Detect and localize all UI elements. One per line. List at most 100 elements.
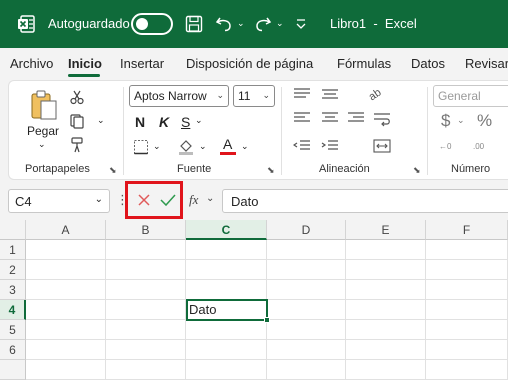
grid-cell[interactable] <box>267 260 346 280</box>
grid-cell[interactable] <box>267 240 346 260</box>
formula-input[interactable]: Dato <box>222 189 508 213</box>
grid-cell[interactable] <box>106 300 186 320</box>
undo-dropdown-icon[interactable]: ⌄ <box>237 18 245 29</box>
font-name-dropdown[interactable]: Aptos Narrow ⌄ <box>129 85 229 107</box>
grid-cell[interactable] <box>267 320 346 340</box>
decrease-indent-icon[interactable] <box>292 139 311 153</box>
grid-cell[interactable] <box>346 360 426 380</box>
grid-cell[interactable] <box>186 360 267 380</box>
grid-cell[interactable] <box>426 300 508 320</box>
underline-dropdown-icon[interactable]: ⌄ <box>195 115 203 126</box>
row-header-3[interactable]: 3 <box>0 280 26 300</box>
spreadsheet-grid[interactable]: A B C D E F 1 2 3 4 5 6 Dato <box>0 220 508 380</box>
format-painter-icon[interactable] <box>69 137 85 153</box>
increase-decimal-icon[interactable]: ←0 <box>439 139 461 153</box>
increase-indent-icon[interactable] <box>321 139 339 153</box>
row-header-7[interactable] <box>0 360 26 380</box>
grid-cell[interactable] <box>267 340 346 360</box>
undo-icon[interactable] <box>214 14 234 34</box>
grid-cell[interactable] <box>26 340 106 360</box>
grid-cell[interactable] <box>426 360 508 380</box>
alignment-launcher-icon[interactable]: ⬊ <box>413 165 421 176</box>
column-header-c[interactable]: C <box>186 220 267 240</box>
grid-cell[interactable] <box>26 280 106 300</box>
row-header-1[interactable]: 1 <box>0 240 26 260</box>
grid-cell[interactable] <box>186 280 267 300</box>
column-header-a[interactable]: A <box>26 220 106 240</box>
column-header-e[interactable]: E <box>346 220 426 240</box>
grid-cell[interactable] <box>26 240 106 260</box>
grid-cell[interactable] <box>186 260 267 280</box>
borders-dropdown-icon[interactable]: ⌄ <box>153 141 161 152</box>
grid-cell[interactable] <box>426 240 508 260</box>
align-middle-icon[interactable] <box>321 87 339 101</box>
save-icon[interactable] <box>184 14 204 34</box>
grid-cell[interactable] <box>267 360 346 380</box>
fill-color-icon[interactable] <box>177 137 195 155</box>
grid-cell[interactable] <box>426 280 508 300</box>
grid-cell[interactable] <box>26 320 106 340</box>
underline-button[interactable]: S <box>181 114 190 130</box>
bold-button[interactable]: N <box>135 114 145 130</box>
autosave-toggle[interactable] <box>131 13 173 35</box>
number-format-dropdown[interactable]: General <box>433 85 508 107</box>
align-top-icon[interactable] <box>293 87 311 101</box>
grid-cell[interactable] <box>426 320 508 340</box>
tab-inicio[interactable]: Inicio <box>68 56 102 71</box>
grid-cell[interactable] <box>106 360 186 380</box>
grid-cell[interactable] <box>26 260 106 280</box>
grid-cell[interactable] <box>267 280 346 300</box>
italic-button[interactable]: K <box>159 114 169 130</box>
grid-cell[interactable] <box>106 320 186 340</box>
cut-icon[interactable] <box>69 89 85 105</box>
paste-dropdown-icon[interactable]: ⌄ <box>38 139 46 150</box>
currency-dropdown-icon[interactable]: ⌄ <box>457 115 465 126</box>
grid-cell[interactable] <box>346 260 426 280</box>
grid-cell[interactable] <box>186 340 267 360</box>
borders-icon[interactable] <box>133 139 149 155</box>
fill-handle[interactable] <box>264 317 270 323</box>
tab-archivo[interactable]: Archivo <box>10 56 53 71</box>
merge-center-icon[interactable] <box>373 139 391 153</box>
paste-icon[interactable] <box>29 89 59 121</box>
grid-cell[interactable] <box>106 240 186 260</box>
active-cell-c4[interactable]: Dato <box>186 299 268 321</box>
tab-insertar[interactable]: Insertar <box>120 56 164 71</box>
grid-cell[interactable] <box>186 320 267 340</box>
grid-cell[interactable] <box>267 300 346 320</box>
paste-label[interactable]: Pegar <box>27 124 59 138</box>
column-header-d[interactable]: D <box>267 220 346 240</box>
grid-cell[interactable] <box>346 300 426 320</box>
copy-icon[interactable] <box>69 113 85 129</box>
percent-icon[interactable]: % <box>477 111 492 131</box>
select-all-corner[interactable] <box>0 220 26 240</box>
grid-cell[interactable] <box>346 280 426 300</box>
grid-cell[interactable] <box>186 240 267 260</box>
grid-cell[interactable] <box>26 360 106 380</box>
grid-cell[interactable] <box>346 340 426 360</box>
grid-cell[interactable] <box>426 260 508 280</box>
font-launcher-icon[interactable]: ⬊ <box>267 165 275 176</box>
tab-datos[interactable]: Datos <box>411 56 445 71</box>
grid-cell[interactable] <box>346 240 426 260</box>
wrap-text-icon[interactable] <box>373 111 391 127</box>
grid-cell[interactable] <box>26 300 106 320</box>
customize-qat-icon[interactable] <box>294 16 308 32</box>
chevron-down-icon[interactable]: ⌄ <box>206 193 214 204</box>
grid-cell[interactable] <box>106 260 186 280</box>
grid-cell[interactable] <box>106 280 186 300</box>
font-color-dropdown-icon[interactable]: ⌄ <box>241 141 249 152</box>
align-right-icon[interactable] <box>347 111 365 125</box>
tab-formulas[interactable]: Fórmulas <box>337 56 391 71</box>
grid-cell[interactable] <box>426 340 508 360</box>
row-header-6[interactable]: 6 <box>0 340 26 360</box>
clipboard-launcher-icon[interactable]: ⬊ <box>109 165 117 176</box>
row-header-5[interactable]: 5 <box>0 320 26 340</box>
insert-function-icon[interactable]: fx <box>189 192 198 208</box>
grid-cell[interactable] <box>106 340 186 360</box>
grid-cell[interactable] <box>346 320 426 340</box>
align-left-icon[interactable] <box>293 111 311 125</box>
name-box[interactable]: C4 ⌄ <box>8 189 110 213</box>
column-header-b[interactable]: B <box>106 220 186 240</box>
tab-revisar[interactable]: Revisar <box>465 56 508 71</box>
